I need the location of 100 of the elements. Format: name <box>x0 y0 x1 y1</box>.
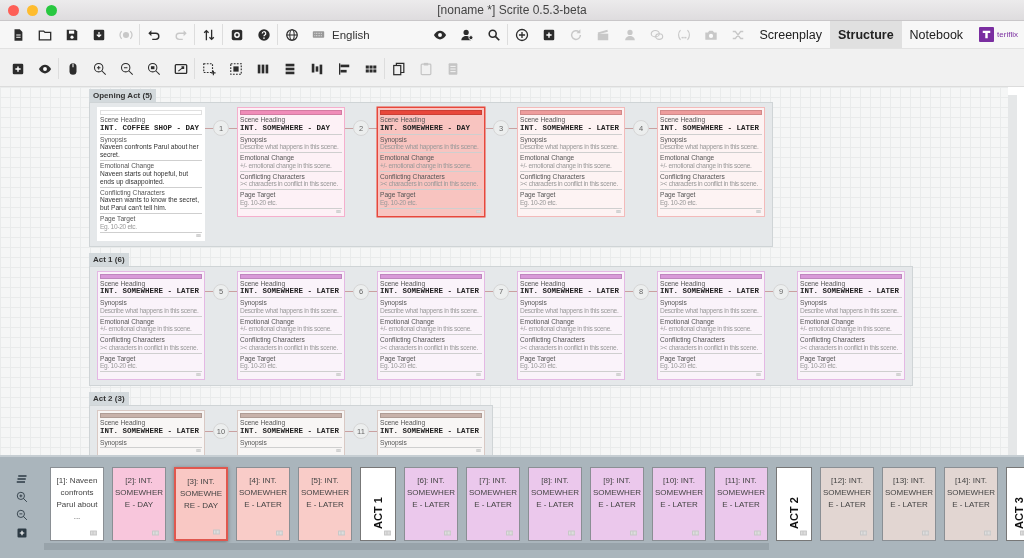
tab[interactable]: Structure <box>830 21 902 48</box>
scene-title: [11]: INT. SOMEWHERE - LATER <box>717 475 765 511</box>
connector-line <box>625 127 633 129</box>
scene-title: [4]: INT. SOMEWHERE - LATER <box>239 475 287 511</box>
note-icon <box>755 208 762 214</box>
note-icon <box>753 529 762 537</box>
folder-icon[interactable] <box>37 27 52 42</box>
tab[interactable]: Screenplay <box>751 21 830 48</box>
note-icon <box>895 372 902 377</box>
add-icon[interactable] <box>10 61 25 76</box>
connector-line <box>485 291 493 292</box>
act-card[interactable]: ACT 1 <box>360 467 396 541</box>
download-box-icon[interactable] <box>91 27 106 42</box>
select-all-icon[interactable] <box>228 61 243 76</box>
connector-line <box>205 127 213 129</box>
note-icon <box>615 372 622 377</box>
scene-card[interactable] <box>377 107 485 217</box>
scene-title: [6]: INT. SOMEWHERE - LATER <box>407 475 455 511</box>
scrollbar[interactable] <box>1008 95 1017 455</box>
note-icon <box>921 529 930 537</box>
note-icon <box>212 528 221 536</box>
timeline-card[interactable]: [13]: INT. SOMEWHERE - LATER <box>882 467 936 541</box>
scene-title: [7]: INT. SOMEWHERE - LATER <box>469 475 517 511</box>
scene-title: [14]: INT. SOMEWHERE - LATER <box>947 475 995 511</box>
scene-card[interactable] <box>517 107 625 217</box>
scene-card[interactable] <box>657 270 765 380</box>
scene-card[interactable] <box>237 107 345 217</box>
timeline-card[interactable]: [1]: Naveen confronts Parul about ... <box>50 467 104 541</box>
timeline-card[interactable]: [2]: INT. SOMEWHERE - DAY <box>112 467 166 541</box>
scene-card[interactable] <box>657 107 765 217</box>
connector-line <box>765 291 773 292</box>
note-icon <box>475 372 482 377</box>
connector-line <box>345 291 353 292</box>
help-icon[interactable] <box>256 27 271 42</box>
note-icon <box>195 232 202 238</box>
language-selector[interactable]: English <box>305 21 376 48</box>
scene-title: [12]: INT. SOMEWHERE - LATER <box>823 475 871 511</box>
save-icon[interactable] <box>64 27 79 42</box>
act-title: Opening Act (5) <box>89 89 157 102</box>
note-icon <box>567 529 576 537</box>
note-icon <box>383 529 392 537</box>
note-icon <box>475 448 482 453</box>
note-icon <box>691 529 700 537</box>
note-icon <box>755 372 762 377</box>
scene-title: [1]: Naveen confronts Parul about ... <box>55 475 99 523</box>
timeline-card[interactable]: [14]: INT. SOMEWHERE - LATER <box>944 467 998 541</box>
timeline-card[interactable]: [11]: INT. SOMEWHERE - LATER <box>714 467 768 541</box>
sort-icon[interactable] <box>201 27 216 42</box>
search-icon[interactable] <box>486 27 501 42</box>
globe-icon[interactable] <box>284 27 299 42</box>
timeline-card[interactable]: [9]: INT. SOMEWHERE - LATER <box>590 467 644 541</box>
tab[interactable]: Notebook <box>901 21 972 48</box>
timeline-card[interactable]: [4]: INT. SOMEWHERE - LATER <box>236 467 290 541</box>
timeline-card[interactable]: [3]: INT. SOMEWHERE - DAY <box>174 467 228 541</box>
scene-title: [2]: INT. SOMEWHERE - DAY <box>115 475 163 511</box>
note-icon <box>335 208 342 214</box>
connector-line <box>205 291 213 292</box>
zoom-reset-icon[interactable] <box>146 61 161 76</box>
scene-card[interactable] <box>237 270 345 380</box>
add-icon[interactable] <box>16 527 28 539</box>
act-card[interactable]: ACT 2 <box>776 467 812 541</box>
note-icon <box>859 529 868 537</box>
copy-icon[interactable] <box>391 61 406 76</box>
fit-screen-icon[interactable] <box>173 61 188 76</box>
scene-card[interactable] <box>797 270 905 380</box>
align-bars-icon[interactable] <box>309 61 324 76</box>
settings-icon[interactable] <box>229 27 244 42</box>
align-left-icon[interactable] <box>336 61 351 76</box>
scene-title: [8]: INT. SOMEWHERE - LATER <box>531 475 579 511</box>
scene-card[interactable] <box>517 270 625 380</box>
timeline-card[interactable]: [8]: INT. SOMEWHERE - LATER <box>528 467 582 541</box>
timeline-card[interactable]: [12]: INT. SOMEWHERE - LATER <box>820 467 874 541</box>
timeline-card[interactable]: [6]: INT. SOMEWHERE - LATER <box>404 467 458 541</box>
scene-card[interactable] <box>97 270 205 380</box>
act-label: ACT 2 <box>788 496 800 529</box>
zoom-in-icon[interactable] <box>16 491 28 503</box>
note-icon <box>443 529 452 537</box>
connector-line <box>345 127 353 129</box>
zoom-out-icon[interactable] <box>119 61 134 76</box>
lines-icon[interactable] <box>16 473 28 485</box>
timeline-card[interactable]: [5]: INT. SOMEWHERE - LATER <box>298 467 352 541</box>
connector-line <box>625 291 633 292</box>
note-icon <box>629 529 638 537</box>
timeline-card[interactable]: [7]: INT. SOMEWHERE - LATER <box>466 467 520 541</box>
scrollbar[interactable] <box>44 543 769 550</box>
person-icon[interactable] <box>459 27 474 42</box>
select-area-icon[interactable] <box>201 61 216 76</box>
add-circle-icon[interactable] <box>514 27 529 42</box>
act-title: Act 1 (6) <box>89 252 129 266</box>
zoom-in-icon[interactable] <box>92 61 107 76</box>
act-title: Act 2 (3) <box>89 392 129 405</box>
note-icon <box>89 529 98 537</box>
scene-title: [3]: INT. SOMEWHERE - DAY <box>178 476 224 512</box>
note-icon <box>151 529 160 537</box>
timeline-card[interactable]: [10]: INT. SOMEWHERE - LATER <box>652 467 706 541</box>
add-icon[interactable] <box>541 27 556 42</box>
brand-name: teriflix <box>997 30 1018 39</box>
note-icon <box>335 448 342 453</box>
zoom-out-icon[interactable] <box>16 509 28 521</box>
scene-card[interactable] <box>377 270 485 380</box>
